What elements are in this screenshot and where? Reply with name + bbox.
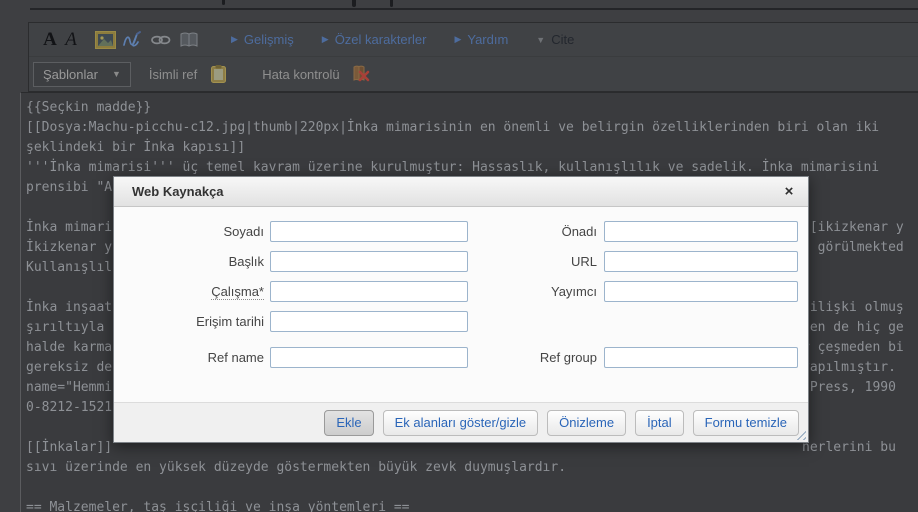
wikitext-fragment: İnka mimari xyxy=(26,220,112,235)
reference-icon[interactable] xyxy=(178,29,200,51)
wikitext-line: == Malzemeler, taş işçiliği ve inşa yönt… xyxy=(26,498,918,512)
field-label-onadi: Önadı xyxy=(469,221,597,242)
templates-dropdown[interactable]: Şablonlar ▼ xyxy=(33,62,131,87)
image-icon[interactable] xyxy=(94,29,116,51)
erisim-tarihi-input[interactable] xyxy=(270,311,468,332)
wikitext-line: {{Seçkin madde}} xyxy=(26,98,918,118)
wikitext-fragment: sıvı üzerinde en yüksek düzeyde gösterme… xyxy=(26,460,566,475)
section-label: Gelişmiş xyxy=(244,32,294,47)
error-check-button[interactable]: Hata kontrolü xyxy=(262,63,374,85)
wikitext-fragment: ilişki olmuş xyxy=(802,298,904,318)
field-label-ref-name: Ref name xyxy=(116,347,264,368)
wikitext-line: sıvı üzerinde en yüksek düzeyde gösterme… xyxy=(26,458,918,478)
heading-descender xyxy=(222,0,225,5)
heading-descender xyxy=(352,0,356,7)
clipboard-icon xyxy=(207,63,229,85)
required-field-label: Çalışma* xyxy=(211,284,264,300)
wikitext-fragment: == Malzemeler, taş işçiliği ve inşa yönt… xyxy=(26,500,410,512)
yayimci-input[interactable] xyxy=(604,281,798,302)
field-label-calisma: Çalışma* xyxy=(116,281,264,302)
ref-group-input[interactable] xyxy=(604,347,798,368)
toggle-extra-fields-button[interactable]: Ek alanları göster/gizle xyxy=(383,410,539,436)
wikitext-line: [[Dosya:Machu-picchu-c12.jpg|thumb|220px… xyxy=(26,118,918,138)
wikitext-fragment: Kullanışlıl xyxy=(26,260,112,275)
cite-section-row: Şablonlar ▼ İsimli ref Hata kontrolü xyxy=(29,57,918,91)
templates-dropdown-label: Şablonlar xyxy=(43,67,98,82)
chevron-down-icon: ▼ xyxy=(112,69,121,79)
wikitext-fragment: [[ikizkenar y xyxy=(802,218,904,238)
book-error-icon xyxy=(350,63,372,85)
wikitext-line: şeklindeki bir İnka kapısı]] xyxy=(26,138,918,158)
section-label: Özel karakterler xyxy=(335,32,427,47)
link-icon[interactable] xyxy=(150,29,172,51)
wikieditor-toolbar: A A xyxy=(28,22,918,92)
wikitext-fragment: zen de hiç ge xyxy=(802,318,904,338)
wikitext-fragment: [[İnkalar]] xyxy=(26,440,112,455)
heading-descender xyxy=(390,0,393,7)
ref-name-input[interactable] xyxy=(270,347,468,368)
dialog-titlebar[interactable]: Web Kaynakça × xyxy=(114,177,808,207)
clipped-page-heading xyxy=(0,0,918,12)
section-label: Cite xyxy=(551,32,574,47)
wikitext-fragment: name="Hemmi xyxy=(26,380,112,395)
onadi-input[interactable] xyxy=(604,221,798,242)
field-label-ref-group: Ref group xyxy=(469,347,597,368)
wikitext-fragment: 0-8212-1521 xyxy=(26,400,112,415)
wikitext-fragment: nerlerini bu xyxy=(802,438,896,458)
field-label-url: URL xyxy=(469,251,597,272)
wikitext-fragment: Press, 1990 xyxy=(802,378,896,398)
wikitext-fragment: {{Seçkin madde}} xyxy=(26,100,151,115)
wikitext-fragment: şırıltıyla xyxy=(26,320,112,335)
chevron-right-icon: ▶ xyxy=(322,34,329,45)
soyadi-input[interactable] xyxy=(270,221,468,242)
wikitext-fragment: [[Dosya:Machu-picchu-c12.jpg|thumb|220px… xyxy=(26,120,879,135)
wiki-edit-page: A A xyxy=(0,0,918,512)
signature-icon[interactable] xyxy=(122,29,144,51)
error-check-label: Hata kontrolü xyxy=(262,67,339,82)
toolbar-main-row: A A xyxy=(29,23,918,57)
field-label-erisim-tarihi: Erişim tarihi xyxy=(116,311,264,332)
chevron-down-icon: ▼ xyxy=(536,35,545,45)
field-label-yayimci: Yayımcı xyxy=(469,281,597,302)
clear-form-button[interactable]: Formu temizle xyxy=(693,410,799,436)
chevron-right-icon: ▶ xyxy=(454,34,461,45)
wikitext-fragment: şeklindeki bir İnka kapısı]] xyxy=(26,140,245,155)
section-toggle-help[interactable]: ▶ Yardım xyxy=(454,32,508,47)
calisma-input[interactable] xyxy=(270,281,468,302)
italic-button[interactable]: A xyxy=(61,29,81,51)
wikitext-fragment: '''İnka mimarisi''' üç temel kavram üzer… xyxy=(26,160,879,175)
section-label: Yardım xyxy=(467,32,508,47)
bold-button[interactable]: A xyxy=(39,29,61,51)
heading-rule xyxy=(30,8,918,10)
field-label-baslik: Başlık xyxy=(116,251,264,272)
dialog-title: Web Kaynakça xyxy=(114,177,808,207)
preview-button[interactable]: Önizleme xyxy=(547,410,626,436)
section-toggle-cite[interactable]: ▼ Cite xyxy=(536,32,574,47)
section-toggle-advanced[interactable]: ▶ Gelişmiş xyxy=(231,32,294,47)
section-toggle-special-chars[interactable]: ▶ Özel karakterler xyxy=(322,32,427,47)
wikitext-fragment: İkizkenar ya xyxy=(26,240,120,255)
wikitext-fragment: a görülmekted xyxy=(802,238,904,258)
wikitext-fragment: İnka inşaat xyxy=(26,300,112,315)
wikitext-fragment: prensibi "A xyxy=(26,180,112,195)
add-button[interactable]: Ekle xyxy=(324,410,373,436)
cite-web-dialog: Web Kaynakça × Soyadı Önadı Başlık URL Ç… xyxy=(113,176,809,443)
wikitext-fragment: r çeşmeden bi xyxy=(802,338,904,358)
wikitext-fragment: yapılmıştır. xyxy=(802,358,896,378)
named-ref-label: İsimli ref xyxy=(149,67,197,82)
url-input[interactable] xyxy=(604,251,798,272)
chevron-right-icon: ▶ xyxy=(231,34,238,45)
close-icon[interactable]: × xyxy=(779,182,799,202)
wikitext-fragment: halde karma xyxy=(26,340,112,355)
dialog-body: Soyadı Önadı Başlık URL Çalışma* Yayımcı… xyxy=(114,207,808,442)
wikitext-line: '''İnka mimarisi''' üç temel kavram üzer… xyxy=(26,158,918,178)
wikitext-fragment: gereksiz de xyxy=(26,360,112,375)
baslik-input[interactable] xyxy=(270,251,468,272)
named-ref-button[interactable]: İsimli ref xyxy=(149,63,232,85)
field-label-soyadi: Soyadı xyxy=(116,221,264,242)
dialog-button-pane: Ekle Ek alanları göster/gizle Önizleme İ… xyxy=(114,402,808,442)
wikitext-line xyxy=(26,478,918,498)
cancel-button[interactable]: İptal xyxy=(635,410,684,436)
